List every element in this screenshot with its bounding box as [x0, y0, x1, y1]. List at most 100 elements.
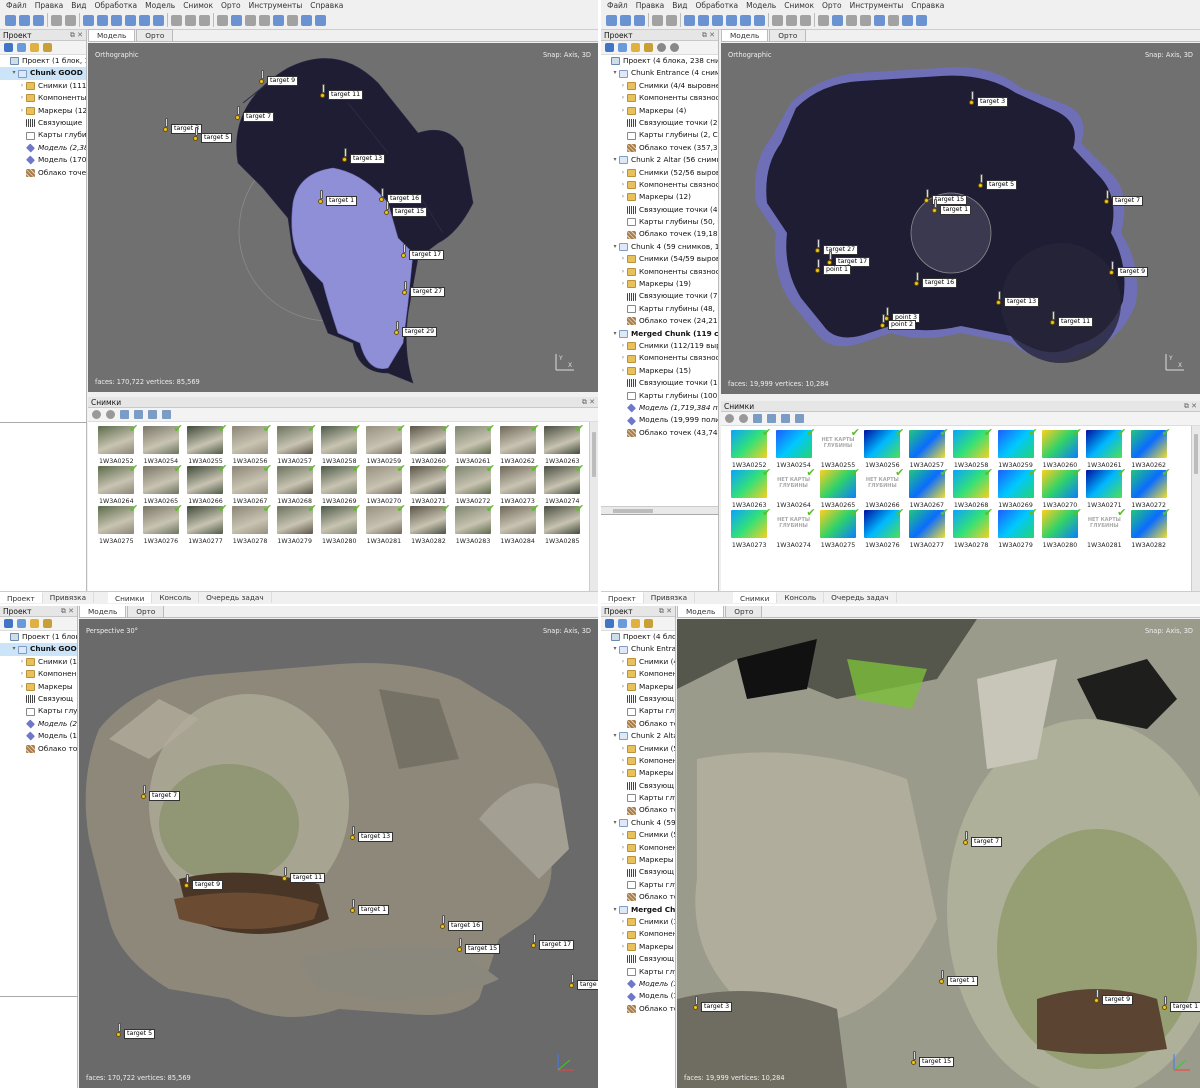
tab-ortho[interactable]: Орто — [725, 606, 763, 617]
save-icon[interactable] — [33, 14, 44, 26]
tree-item[interactable]: Модель (1 — [601, 978, 675, 990]
crop-icon[interactable] — [185, 14, 196, 26]
photo-thumbnail[interactable]: ✔ 1W3A0270 — [362, 463, 407, 506]
menu-help[interactable]: Справка — [307, 0, 346, 11]
add-photos-icon[interactable] — [618, 619, 627, 628]
move-object-icon[interactable] — [712, 14, 723, 26]
expand-arrow-icon[interactable]: › — [619, 365, 627, 377]
panel-float-close-icon[interactable]: ⧉ ✕ — [61, 607, 74, 616]
depth-thumbnail[interactable]: ✔ 1W3A0271 — [1082, 467, 1126, 510]
depth-thumbnail[interactable]: НЕТ КАРТЫ ГЛУБИНЫ ✔ 1W3A0274 — [771, 507, 816, 550]
menu-model[interactable]: Модель — [743, 0, 779, 11]
expand-arrow-icon[interactable]: › — [619, 340, 627, 352]
disable-icon[interactable] — [670, 43, 679, 52]
merge-chunks-icon[interactable] — [43, 619, 52, 628]
tree-item[interactable]: Проект (1 блок, 119 — [0, 55, 86, 67]
tree-item[interactable]: › Маркеры (4) — [601, 105, 718, 117]
tree-item[interactable]: Проект (1 блок, — [0, 631, 77, 643]
tree-item[interactable]: Модель (1 — [601, 990, 675, 1002]
tree-item[interactable]: › Снимки (4 — [601, 656, 675, 668]
add-photos-icon[interactable] — [618, 43, 627, 52]
photo-thumbnail[interactable]: ✔ 1W3A0256 — [228, 423, 273, 466]
photo-thumbnail[interactable]: ✔ 1W3A0271 — [406, 463, 451, 506]
list-view-icon[interactable] — [795, 414, 804, 423]
model-view-icon[interactable] — [832, 14, 843, 26]
depth-thumbnail[interactable]: ✔ 1W3A0268 — [949, 467, 993, 510]
photo-thumbnail[interactable]: ✔ 1W3A0277 — [183, 503, 228, 546]
photo-thumbnail[interactable]: ✔ 1W3A0281 — [362, 503, 407, 546]
tree-item[interactable]: › Компоненты — [0, 92, 86, 104]
depth-thumbnail[interactable]: ✔ 1W3A0282 — [1127, 507, 1171, 550]
photo-thumbnail[interactable]: ✔ 1W3A0260 — [406, 423, 451, 466]
photo-thumbnail[interactable]: ✔ 1W3A0282 — [406, 503, 451, 546]
tree-item[interactable]: Облако точек (19,180,1 — [601, 228, 718, 240]
tab-ortho[interactable]: Орто — [769, 29, 807, 41]
merge-chunks-icon[interactable] — [43, 43, 52, 52]
expand-arrow-icon[interactable]: ▾ — [611, 241, 619, 253]
photo-thumbnail[interactable]: ✔ 1W3A0265 — [139, 463, 184, 506]
add-folder-icon[interactable] — [30, 619, 39, 628]
depth-thumbnail[interactable]: НЕТ КАРТЫ ГЛУБИНЫ ✔ 1W3A0255 — [816, 427, 860, 470]
expand-arrow-icon[interactable]: › — [619, 941, 627, 953]
model-viewport[interactable]: Orthographic Snap: Axis, 3D faces: 170,7… — [88, 43, 598, 392]
depth-thumbnail[interactable]: ✔ 1W3A0256 — [860, 427, 904, 470]
tree-item[interactable]: ▾ Chunk GOOD — [0, 643, 77, 656]
expand-arrow-icon[interactable]: ▾ — [611, 817, 619, 829]
tab-ortho[interactable]: Орто — [127, 606, 165, 617]
points-icon[interactable] — [846, 14, 857, 26]
expand-arrow-icon[interactable]: › — [619, 179, 627, 191]
expand-arrow-icon[interactable]: › — [619, 755, 627, 767]
menu-edit[interactable]: Правка — [633, 0, 668, 11]
tree-item[interactable]: Модель (2,38 — [0, 142, 86, 154]
expand-arrow-icon[interactable]: › — [619, 266, 627, 278]
camera-icon[interactable] — [888, 14, 899, 26]
photo-thumbnail[interactable]: ✔ 1W3A0262 — [495, 423, 540, 466]
depth-thumbnail[interactable]: ✔ 1W3A0259 — [993, 427, 1038, 470]
expand-arrow-icon[interactable]: › — [18, 668, 26, 680]
tree-item[interactable]: › Маркеры (12 — [0, 105, 86, 117]
shaded-icon[interactable] — [874, 14, 885, 26]
new-icon[interactable] — [606, 14, 617, 26]
menu-ortho[interactable]: Орто — [819, 0, 845, 11]
menu-model[interactable]: Модель — [142, 0, 178, 11]
expand-arrow-icon[interactable]: › — [18, 92, 26, 104]
depth-thumbnail[interactable]: ✔ 1W3A0280 — [1038, 507, 1082, 550]
tree-item[interactable]: Облако то — [601, 891, 675, 903]
photo-thumbnail[interactable]: ✔ 1W3A0280 — [317, 503, 362, 546]
navigation-icon[interactable] — [83, 14, 94, 26]
disable-photo-icon[interactable] — [739, 414, 748, 423]
tab-ortho[interactable]: Орто — [136, 29, 174, 41]
tree-item[interactable]: › Компонен — [0, 668, 77, 680]
points-icon[interactable] — [245, 14, 256, 26]
photo-thumbnail[interactable]: ✔ 1W3A0279 — [272, 503, 317, 546]
expand-arrow-icon[interactable]: › — [619, 656, 627, 668]
add-folder-icon[interactable] — [631, 43, 640, 52]
scrollbar-thumb[interactable] — [592, 432, 596, 477]
panel-float-close-icon[interactable]: ⧉ ✕ — [70, 31, 83, 40]
photo-thumbnail[interactable]: ✔ 1W3A0268 — [272, 463, 317, 506]
expand-arrow-icon[interactable]: › — [619, 352, 627, 364]
tree-item[interactable]: ▾ Merged Chunk (119 сним — [601, 328, 718, 340]
menu-tools[interactable]: Инструменты — [847, 0, 907, 11]
expand-arrow-icon[interactable]: › — [619, 829, 627, 841]
expand-arrow-icon[interactable]: › — [619, 842, 627, 854]
tree-item[interactable]: Карты глу — [0, 705, 77, 717]
save-icon[interactable] — [634, 14, 645, 26]
tree-item[interactable]: Модель (170, — [0, 154, 86, 166]
tree-item[interactable]: Облако то — [601, 1003, 675, 1015]
depth-thumbnail[interactable]: ✔ 1W3A0260 — [1038, 427, 1082, 470]
undo-icon[interactable] — [51, 14, 62, 26]
expand-arrow-icon[interactable]: ▾ — [611, 643, 619, 655]
tree-item[interactable]: Облако то — [0, 743, 77, 755]
move-region-icon[interactable] — [726, 14, 737, 26]
tree-item[interactable]: › Компоненты связност — [601, 92, 718, 104]
move-object-icon[interactable] — [111, 14, 122, 26]
add-photos-icon[interactable] — [17, 43, 26, 52]
add-chunk-icon[interactable] — [605, 43, 614, 52]
tree-item[interactable]: › Снимки (4/4 выровнен — [601, 80, 718, 92]
photo-thumbnail[interactable]: ✔ 1W3A0263 — [540, 423, 585, 466]
menu-photo[interactable]: Снимок — [781, 0, 817, 11]
tab-binding[interactable]: Привязка — [43, 592, 95, 603]
panel-float-close-icon[interactable]: ⧉ ✕ — [582, 398, 595, 407]
tree-item[interactable]: › Маркеры — [601, 941, 675, 953]
